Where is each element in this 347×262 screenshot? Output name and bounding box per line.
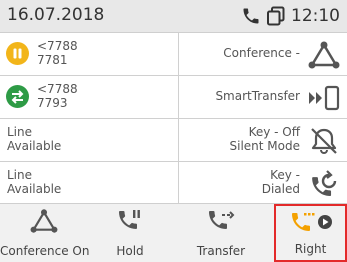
softkey-conference-on[interactable]: Conference On [0,204,90,262]
bell-off-icon [311,128,337,154]
key-label-line2: Silent Mode [229,139,301,153]
line-state: Available [7,139,62,153]
key-dialed[interactable]: Key - Dialed [179,162,347,203]
key-smart-transfer[interactable]: SmartTransfer [179,76,347,118]
key-label: Conference - [223,46,300,60]
key-label-line1: Key - [270,168,300,182]
line-key-available[interactable]: Line Available [0,162,179,203]
call-caller: <7788 [37,82,78,96]
key-row: Line Available Key - Dialed [0,162,347,203]
redial-icon [312,170,337,196]
key-label: Key - Dialed [262,168,300,196]
key-row: <7788 7793 SmartTransfer [0,76,347,119]
line-key-grid: <7788 7781 Conference - <7788 7793 Smart… [0,33,347,203]
key-silent-mode[interactable]: Key - Off Silent Mode [179,119,347,161]
line-label: Line [7,168,33,182]
softkey-hold[interactable]: Hold [87,204,173,262]
conference-icon [30,209,57,233]
key-conference[interactable]: Conference - [179,33,347,75]
hold-icon [119,210,140,229]
softkey-transfer[interactable]: Transfer [173,204,269,262]
key-row: <7788 7781 Conference - [0,33,347,76]
call-number: 7781 [37,53,68,67]
line-status: Line Available [7,168,61,196]
phone-icon [243,8,259,24]
key-label-line2: Dialed [261,182,300,196]
key-label-line1: Key - Off [248,125,300,139]
softkey-right[interactable]: Right [274,204,347,262]
line-key-available[interactable]: Line Available [0,119,179,161]
line-state: Available [7,182,62,196]
key-row: Line Available Key - Off Silent Mode [0,119,347,162]
line-label: Line [7,125,33,139]
call-caller: <7788 [37,39,78,53]
conference-icon [308,41,340,69]
transfer-icon [209,211,235,229]
smart-transfer-icon [309,85,340,111]
line-key-transfer-call[interactable]: <7788 7793 [0,76,179,118]
pause-icon [6,42,29,65]
line-status: Line Available [7,125,61,153]
call-number: 7793 [37,96,68,110]
softkey-label: Right [294,242,327,256]
transfer-arrows-icon [6,85,29,108]
right-icon [291,213,332,231]
softkey-bar: Conference On Hold Transfer Right [0,203,347,262]
key-label: SmartTransfer [215,89,300,103]
date-display: 16.07.2018 [7,5,105,25]
key-label: Key - Off Silent Mode [230,125,301,153]
call-info: <7788 7781 [37,39,78,67]
line-key-held-call[interactable]: <7788 7781 [0,33,179,75]
phone-screen: 16.07.2018 12:10 <7788 7781 Conference -… [0,0,347,262]
copy-icon [267,6,285,26]
softkey-label: Transfer [196,244,246,258]
status-icons: 12:10 [241,4,340,28]
call-info: <7788 7793 [37,82,78,110]
softkey-label: Hold [116,244,144,258]
clock: 12:10 [291,6,340,26]
softkey-label: Conference On [0,244,90,258]
status-bar: 16.07.2018 12:10 [0,0,347,33]
